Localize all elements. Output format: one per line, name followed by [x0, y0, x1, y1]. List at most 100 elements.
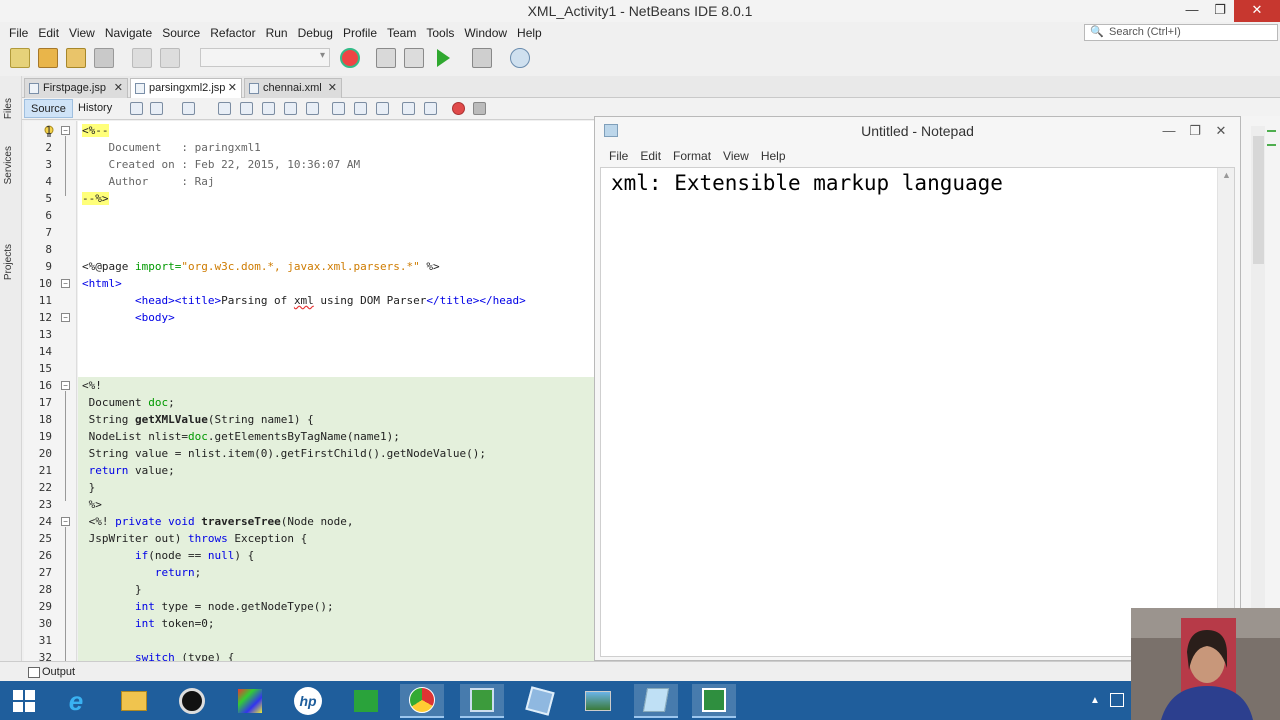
media-player-icon[interactable] [170, 684, 214, 718]
fold-toggle-icon[interactable]: − [61, 381, 70, 390]
tab-parsingxml2[interactable]: parsingxml2.jsp ✕ [130, 78, 242, 98]
tab-chennai[interactable]: chennai.xml ✕ [244, 78, 342, 98]
output-tab[interactable]: Output [26, 662, 75, 682]
menu-edit[interactable]: Edit [33, 26, 64, 40]
notepad-maximize-button[interactable]: ❐ [1182, 117, 1208, 145]
save-all-icon[interactable] [94, 48, 114, 68]
projects-panel-tab[interactable]: Projects [3, 244, 14, 280]
menu-team[interactable]: Team [382, 26, 421, 40]
clean-build-icon[interactable] [404, 48, 424, 68]
code-line-4: Author : Raj [82, 175, 215, 188]
menu-navigate[interactable]: Navigate [100, 26, 157, 40]
menu-run[interactable]: Run [261, 26, 293, 40]
services-panel-tab[interactable]: Services [3, 146, 14, 184]
code-editor[interactable]: <%-- Document : paringxml1 Created on : … [78, 121, 594, 661]
notepad-menu-file[interactable]: File [603, 147, 634, 165]
close-tab-icon[interactable]: ✕ [228, 79, 237, 97]
new-project-icon[interactable] [38, 48, 58, 68]
run-icon[interactable] [437, 49, 450, 67]
line-number: 27 [38, 566, 52, 579]
close-button[interactable]: ✕ [1234, 0, 1280, 22]
menu-profile[interactable]: Profile [338, 26, 382, 40]
code-line-12: <body> [82, 311, 175, 324]
show-hidden-icons-icon[interactable]: ▲ [1090, 695, 1100, 706]
notepad-scrollbar[interactable]: ▲ [1217, 168, 1234, 656]
previous-bookmark-icon[interactable] [332, 102, 345, 115]
photo-viewer-icon[interactable] [576, 684, 620, 718]
profile-icon[interactable] [510, 48, 530, 68]
tab-firstpage[interactable]: Firstpage.jsp ✕ [24, 78, 128, 98]
webcam-overlay [1131, 608, 1280, 720]
notepad-minimize-button[interactable]: — [1156, 117, 1182, 145]
fold-toggle-icon[interactable]: − [61, 517, 70, 526]
close-tab-icon[interactable]: ✕ [328, 79, 337, 97]
menu-help[interactable]: Help [512, 26, 547, 40]
stop-macro-icon[interactable] [473, 102, 486, 115]
shift-right-icon[interactable] [424, 102, 437, 115]
presenter-video-image [1131, 608, 1280, 720]
action-center-icon[interactable] [1110, 693, 1124, 707]
source-view-button[interactable]: Source [24, 99, 73, 118]
menu-view[interactable]: View [64, 26, 100, 40]
notepad-text-area[interactable]: xml: Extensible markup language ▲ [600, 167, 1235, 657]
debug-icon[interactable] [472, 48, 492, 68]
find-next-icon[interactable] [262, 102, 275, 115]
notepad-taskbar-icon[interactable] [634, 684, 678, 718]
internet-explorer-icon[interactable]: e [54, 684, 98, 718]
start-macro-icon[interactable] [452, 102, 465, 115]
files-panel-tab[interactable]: Files [3, 98, 14, 119]
store-icon[interactable] [344, 684, 388, 718]
code-line-18: String getXMLValue(String name1) { [78, 411, 594, 428]
shift-left-icon[interactable] [402, 102, 415, 115]
find-previous-icon[interactable] [240, 102, 253, 115]
menu-file[interactable]: File [4, 26, 33, 40]
search-icon: 🔍 [1090, 26, 1104, 38]
back-icon[interactable] [150, 102, 163, 115]
line-number: 12 [38, 311, 52, 324]
minimize-button[interactable]: — [1178, 0, 1206, 22]
camtasia-recorder-icon[interactable] [460, 684, 504, 718]
history-view-button[interactable]: History [72, 99, 118, 118]
virtualbox-icon[interactable] [518, 684, 562, 718]
code-line-2: Document : paringxml1 [82, 141, 261, 154]
menu-tools[interactable]: Tools [421, 26, 459, 40]
configuration-dropdown[interactable] [200, 48, 330, 67]
search-input[interactable]: 🔍 Search (Ctrl+I) [1084, 24, 1278, 41]
chrome-icon[interactable] [400, 684, 444, 718]
camtasia-studio-icon[interactable] [692, 684, 736, 718]
open-project-icon[interactable] [66, 48, 86, 68]
toggle-rect-selection-icon[interactable] [306, 102, 319, 115]
tab-label: chennai.xml [263, 82, 322, 94]
restore-button[interactable]: ❐ [1206, 0, 1234, 22]
menu-refactor[interactable]: Refactor [205, 26, 260, 40]
scroll-up-icon[interactable]: ▲ [1222, 170, 1231, 180]
menu-window[interactable]: Window [459, 26, 512, 40]
notepad-close-button[interactable]: ✕ [1208, 117, 1234, 145]
start-button[interactable] [2, 684, 46, 718]
notepad-menu-view[interactable]: View [717, 147, 755, 165]
toggle-highlight-icon[interactable] [284, 102, 297, 115]
find-icon[interactable] [218, 102, 231, 115]
build-icon[interactable] [376, 48, 396, 68]
next-bookmark-icon[interactable] [354, 102, 367, 115]
browser-icon[interactable] [340, 48, 360, 68]
file-explorer-icon[interactable] [112, 684, 156, 718]
close-tab-icon[interactable]: ✕ [114, 79, 123, 97]
notepad-menu-format[interactable]: Format [667, 147, 717, 165]
editor-scroll-thumb[interactable] [1253, 136, 1264, 264]
paint-icon[interactable] [228, 684, 272, 718]
hp-icon[interactable]: hp [286, 684, 330, 718]
new-file-icon[interactable] [10, 48, 30, 68]
fold-toggle-icon[interactable]: − [61, 313, 70, 322]
menu-source[interactable]: Source [157, 26, 205, 40]
menu-debug[interactable]: Debug [293, 26, 338, 40]
undo-icon[interactable] [132, 48, 152, 68]
redo-icon[interactable] [160, 48, 180, 68]
last-edit-icon[interactable] [130, 102, 143, 115]
toggle-bookmark-icon[interactable] [376, 102, 389, 115]
notepad-menu-help[interactable]: Help [755, 147, 792, 165]
notepad-menu-edit[interactable]: Edit [634, 147, 667, 165]
fold-toggle-icon[interactable]: − [61, 126, 70, 135]
fold-toggle-icon[interactable]: − [61, 279, 70, 288]
forward-icon[interactable] [182, 102, 195, 115]
